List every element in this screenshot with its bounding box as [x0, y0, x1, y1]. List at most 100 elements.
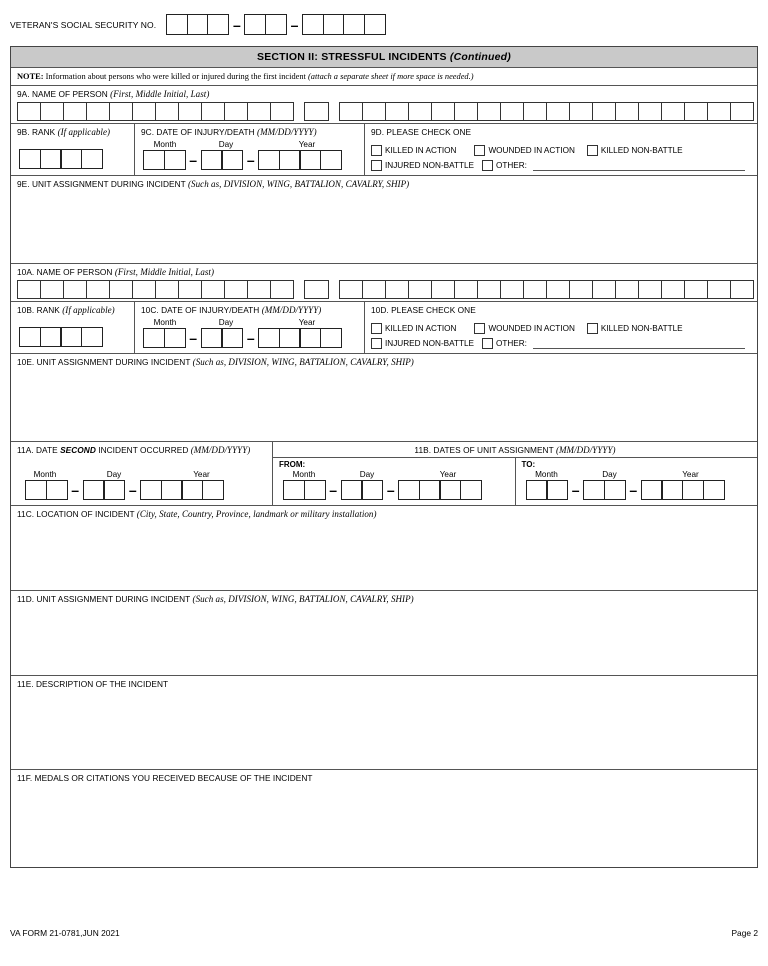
name-box[interactable]	[706, 280, 731, 299]
date-box[interactable]	[340, 480, 363, 500]
month-boxes[interactable]	[525, 480, 569, 500]
first-name-boxes[interactable]	[17, 102, 295, 121]
name-box[interactable]	[476, 102, 501, 121]
date-box[interactable]	[320, 150, 343, 170]
name-box[interactable]	[637, 102, 662, 121]
day-boxes[interactable]	[200, 328, 244, 348]
field-10e-input[interactable]	[11, 369, 757, 441]
checkbox-wounded-in-action[interactable]	[474, 323, 486, 334]
ssn-box[interactable]	[186, 14, 209, 35]
date-box[interactable]	[546, 480, 569, 500]
year-boxes[interactable]	[258, 328, 343, 348]
name-box[interactable]	[63, 102, 88, 121]
name-box[interactable]	[384, 102, 409, 121]
day-boxes[interactable]	[200, 150, 244, 170]
name-box[interactable]	[384, 280, 409, 299]
month-boxes[interactable]	[143, 328, 186, 348]
date-box[interactable]	[202, 480, 225, 500]
field-11c-input[interactable]	[11, 521, 757, 590]
name-box[interactable]	[247, 102, 272, 121]
date-box[interactable]	[303, 480, 326, 500]
field-9c-date-boxes[interactable]: – –	[135, 150, 364, 170]
rank-box[interactable]	[60, 327, 83, 347]
name-box[interactable]	[568, 102, 593, 121]
name-box[interactable]	[453, 102, 478, 121]
ssn-box[interactable]	[363, 14, 386, 35]
to-date-boxes[interactable]: – –	[516, 480, 758, 500]
name-box[interactable]	[568, 280, 593, 299]
day-boxes[interactable]	[340, 480, 384, 500]
name-box[interactable]	[304, 102, 329, 121]
name-box[interactable]	[614, 102, 639, 121]
name-box[interactable]	[338, 280, 363, 299]
date-box[interactable]	[278, 150, 301, 170]
year-boxes[interactable]	[258, 150, 343, 170]
field-11f-input[interactable]	[11, 785, 757, 867]
rank-boxes[interactable]	[19, 149, 103, 169]
name-box[interactable]	[683, 280, 708, 299]
date-box[interactable]	[221, 150, 244, 170]
date-box[interactable]	[82, 480, 105, 500]
date-box[interactable]	[258, 150, 281, 170]
date-box[interactable]	[460, 480, 483, 500]
name-box[interactable]	[545, 280, 570, 299]
rank-box[interactable]	[39, 327, 62, 347]
name-box[interactable]	[338, 102, 363, 121]
checkbox-killed-non-battle[interactable]	[586, 145, 598, 156]
date-box[interactable]	[200, 150, 223, 170]
rank-box[interactable]	[80, 327, 103, 347]
date-box[interactable]	[661, 480, 684, 500]
name-box[interactable]	[17, 102, 42, 121]
name-box[interactable]	[683, 102, 708, 121]
ssn-group-3[interactable]	[302, 14, 386, 35]
date-box[interactable]	[320, 328, 343, 348]
name-box[interactable]	[591, 280, 616, 299]
name-box[interactable]	[729, 280, 754, 299]
name-box[interactable]	[430, 280, 455, 299]
date-box[interactable]	[398, 480, 421, 500]
name-box[interactable]	[109, 280, 134, 299]
date-box[interactable]	[143, 328, 165, 348]
rank-box[interactable]	[19, 327, 41, 347]
checkbox-other[interactable]	[482, 159, 494, 171]
name-box[interactable]	[247, 280, 272, 299]
name-box[interactable]	[201, 102, 226, 121]
rank-boxes[interactable]	[19, 327, 103, 347]
name-box[interactable]	[86, 102, 111, 121]
name-box[interactable]	[499, 280, 524, 299]
name-box[interactable]	[155, 280, 180, 299]
checkbox-wounded-in-action[interactable]	[474, 145, 486, 156]
date-box[interactable]	[439, 480, 462, 500]
name-box[interactable]	[522, 280, 547, 299]
other-text-input[interactable]	[532, 159, 745, 171]
date-box[interactable]	[681, 480, 704, 500]
date-box[interactable]	[25, 480, 47, 500]
day-boxes[interactable]	[82, 480, 126, 500]
name-box[interactable]	[522, 102, 547, 121]
date-box[interactable]	[361, 480, 384, 500]
date-box[interactable]	[200, 328, 223, 348]
name-box[interactable]	[407, 280, 432, 299]
name-box[interactable]	[304, 280, 329, 299]
name-box[interactable]	[270, 280, 295, 299]
day-boxes[interactable]	[583, 480, 626, 500]
name-box[interactable]	[201, 280, 226, 299]
from-date-boxes[interactable]: – –	[273, 480, 515, 500]
name-box[interactable]	[132, 280, 157, 299]
checkbox-killed-non-battle[interactable]	[586, 323, 598, 334]
date-box[interactable]	[283, 480, 305, 500]
ssn-box[interactable]	[244, 14, 267, 35]
name-box[interactable]	[270, 102, 295, 121]
name-box[interactable]	[614, 280, 639, 299]
date-box[interactable]	[143, 150, 165, 170]
first-name-boxes[interactable]	[17, 280, 295, 299]
date-box[interactable]	[702, 480, 725, 500]
last-name-boxes[interactable]	[338, 102, 754, 121]
name-box[interactable]	[178, 280, 203, 299]
name-box[interactable]	[476, 280, 501, 299]
name-box[interactable]	[660, 102, 685, 121]
name-box[interactable]	[453, 280, 478, 299]
name-box[interactable]	[155, 102, 180, 121]
date-box[interactable]	[258, 328, 281, 348]
year-boxes[interactable]	[398, 480, 483, 500]
